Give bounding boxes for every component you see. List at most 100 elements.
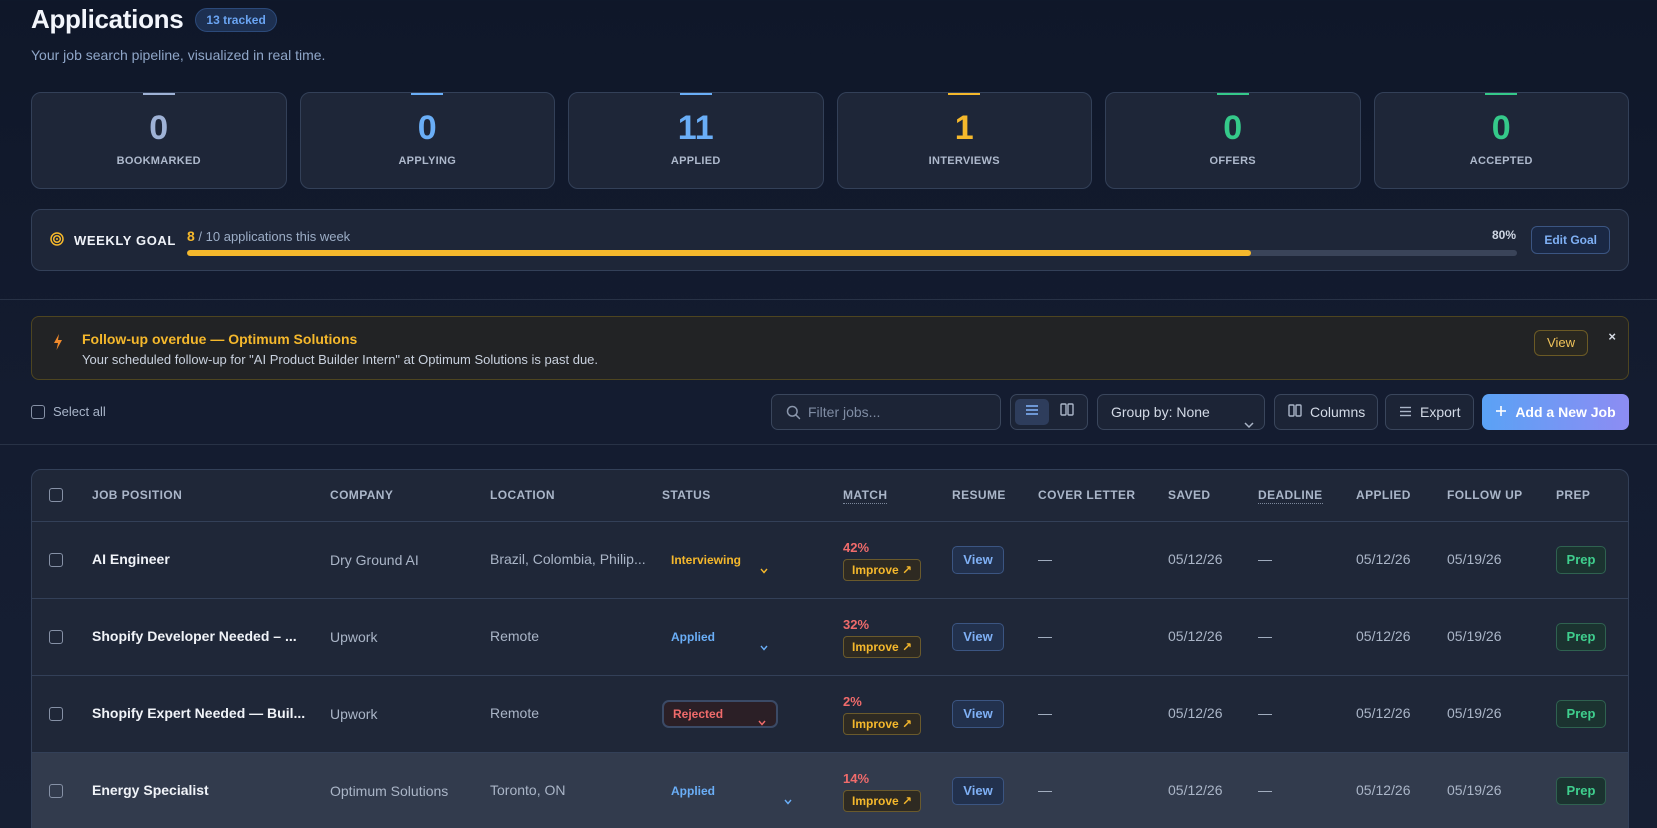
stat-accent (948, 93, 981, 95)
status-dropdown[interactable]: Rejected (662, 700, 778, 728)
applied-date: 05/12/26 (1356, 551, 1411, 567)
job-position[interactable]: AI Engineer (92, 551, 170, 567)
weekly-goal-panel: WEEKLY GOAL 8 / 10 applications this wee… (31, 209, 1629, 271)
weekly-goal-count: 8 (187, 228, 195, 244)
stat-card-offers[interactable]: 0 OFFERS (1105, 92, 1361, 189)
close-icon[interactable]: × (1608, 329, 1616, 344)
cover-letter-value: — (1038, 628, 1052, 644)
column-header-prep[interactable]: PREP (1556, 488, 1590, 502)
column-header-applied[interactable]: APPLIED (1356, 488, 1411, 502)
chevron-down-icon (760, 556, 768, 584)
improve-match-button[interactable]: Improve ↗ (843, 559, 922, 581)
table-row[interactable]: Energy Specialist Optimum Solutions Toro… (32, 753, 1628, 828)
prep-button[interactable]: Prep (1556, 700, 1606, 728)
prep-button[interactable]: Prep (1556, 623, 1606, 651)
filter-jobs-input[interactable] (808, 395, 993, 429)
prep-button[interactable]: Prep (1556, 546, 1606, 574)
saved-date: 05/12/26 (1168, 782, 1223, 798)
select-all-checkbox[interactable] (31, 404, 45, 419)
job-position[interactable]: Shopify Expert Needed — Buil... (92, 705, 305, 721)
column-header-position[interactable]: JOB POSITION (92, 488, 182, 502)
columns-icon (1060, 403, 1074, 421)
section-divider (0, 299, 1657, 300)
stat-card-applied[interactable]: 11 APPLIED (568, 92, 824, 189)
weekly-goal-label: WEEKLY GOAL (74, 233, 176, 248)
improve-match-button[interactable]: Improve ↗ (843, 636, 922, 658)
edit-goal-button[interactable]: Edit Goal (1531, 226, 1610, 254)
company-name: Upwork (330, 629, 378, 645)
applied-date: 05/12/26 (1356, 628, 1411, 644)
select-all-label: Select all (53, 404, 106, 419)
table-row[interactable]: AI Engineer Dry Ground AI Brazil, Colomb… (32, 522, 1628, 599)
list-view-button[interactable] (1015, 399, 1049, 425)
status-dropdown[interactable]: Applied (662, 777, 802, 805)
improve-match-button[interactable]: Improve ↗ (843, 790, 922, 812)
column-header-location[interactable]: LOCATION (490, 488, 555, 502)
stat-value: 0 (417, 109, 437, 147)
stat-card-applying[interactable]: 0 APPLYING (299, 92, 555, 189)
improve-match-button[interactable]: Improve ↗ (843, 713, 922, 735)
column-header-deadline[interactable]: DEADLINE (1258, 488, 1323, 504)
column-header-status[interactable]: STATUS (662, 488, 711, 502)
stat-label: BOOKMARKED (116, 155, 201, 167)
resume-view-button[interactable]: View (952, 546, 1004, 574)
deadline-value: — (1258, 705, 1272, 721)
applied-date: 05/12/26 (1356, 705, 1411, 721)
column-header-cover-letter[interactable]: COVER LETTER (1038, 488, 1135, 502)
stat-card-interviews[interactable]: 1 INTERVIEWS (836, 92, 1092, 189)
cover-letter-value: — (1038, 551, 1052, 567)
columns-button[interactable]: Columns (1274, 394, 1378, 430)
list-icon (1025, 403, 1039, 421)
job-position[interactable]: Energy Specialist (92, 782, 209, 798)
alert-view-button[interactable]: View (1534, 330, 1588, 356)
group-by-value: Group by: None (1111, 404, 1210, 420)
follow-up-date: 05/19/26 (1447, 782, 1502, 798)
row-select-checkbox[interactable] (49, 630, 63, 644)
deadline-value: — (1258, 628, 1272, 644)
table-row[interactable]: Shopify Developer Needed – ... Upwork Re… (32, 599, 1628, 676)
header-select-checkbox[interactable] (49, 488, 63, 502)
chevron-down-icon (1244, 407, 1254, 441)
stat-card-bookmarked[interactable]: 0 BOOKMARKED (31, 92, 287, 189)
row-select-checkbox[interactable] (49, 784, 63, 798)
resume-view-button[interactable]: View (952, 777, 1004, 805)
export-button[interactable]: Export (1385, 394, 1474, 430)
column-header-match[interactable]: MATCH (843, 488, 888, 504)
company-name: Optimum Solutions (330, 783, 449, 799)
weekly-goal-progress-bar (187, 250, 1517, 256)
board-view-button[interactable] (1050, 399, 1084, 425)
select-all-control[interactable]: Select all (31, 404, 106, 419)
row-select-checkbox[interactable] (49, 707, 63, 721)
resume-view-button[interactable]: View (952, 700, 1004, 728)
group-by-select[interactable]: Group by: None (1097, 394, 1265, 430)
company-name: Dry Ground AI (330, 552, 419, 568)
lightning-icon (52, 333, 64, 356)
column-header-company[interactable]: COMPANY (330, 488, 393, 502)
add-new-job-button[interactable]: Add a New Job (1482, 394, 1629, 430)
weekly-goal-percent: 80% (1491, 228, 1516, 242)
row-select-checkbox[interactable] (49, 553, 63, 567)
cover-letter-value: — (1038, 782, 1052, 798)
search-icon (786, 405, 801, 425)
chevron-down-icon (758, 710, 766, 734)
stat-card-accepted[interactable]: 0 ACCEPTED (1373, 92, 1629, 189)
status-dropdown[interactable]: Applied (662, 623, 778, 651)
column-header-follow-up[interactable]: FOLLOW UP (1447, 488, 1523, 502)
prep-button[interactable]: Prep (1556, 777, 1606, 805)
stat-value: 1 (954, 109, 974, 147)
column-header-saved[interactable]: SAVED (1168, 488, 1210, 502)
table-row[interactable]: Shopify Expert Needed — Buil... Upwork R… (32, 676, 1628, 753)
status-dropdown[interactable]: Interviewing (662, 546, 778, 574)
weekly-goal-progress-fill (187, 250, 1251, 256)
stat-value: 11 (677, 109, 714, 147)
deadline-value: — (1258, 782, 1272, 798)
match-score: 2% (843, 694, 862, 709)
filter-jobs-field[interactable] (771, 394, 1001, 430)
stat-label: ACCEPTED (1469, 155, 1533, 167)
columns-label: Columns (1310, 404, 1366, 420)
job-position[interactable]: Shopify Developer Needed – ... (92, 628, 297, 644)
status-value: Applied (671, 784, 715, 798)
column-header-resume[interactable]: RESUME (952, 488, 1006, 502)
stat-label: APPLIED (670, 155, 721, 167)
resume-view-button[interactable]: View (952, 623, 1004, 651)
